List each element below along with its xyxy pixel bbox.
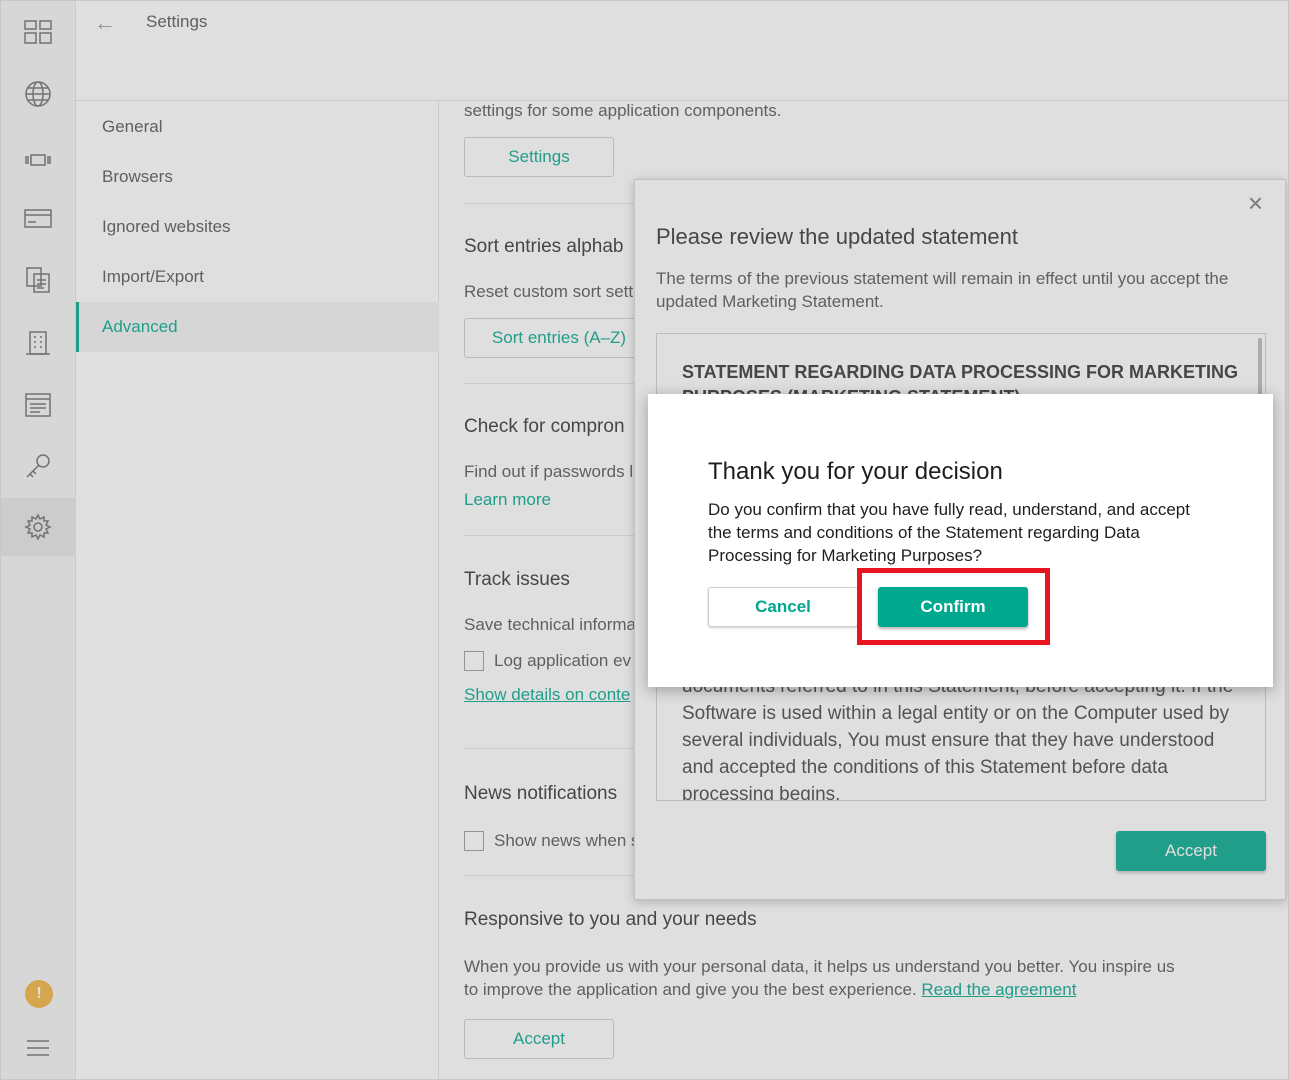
confirm-text: Do you confirm that you have fully read,… (708, 500, 1190, 565)
confirm-highlight-box (857, 568, 1050, 645)
confirm-title: Thank you for your decision (708, 458, 1003, 485)
cancel-button[interactable]: Cancel (708, 587, 858, 627)
